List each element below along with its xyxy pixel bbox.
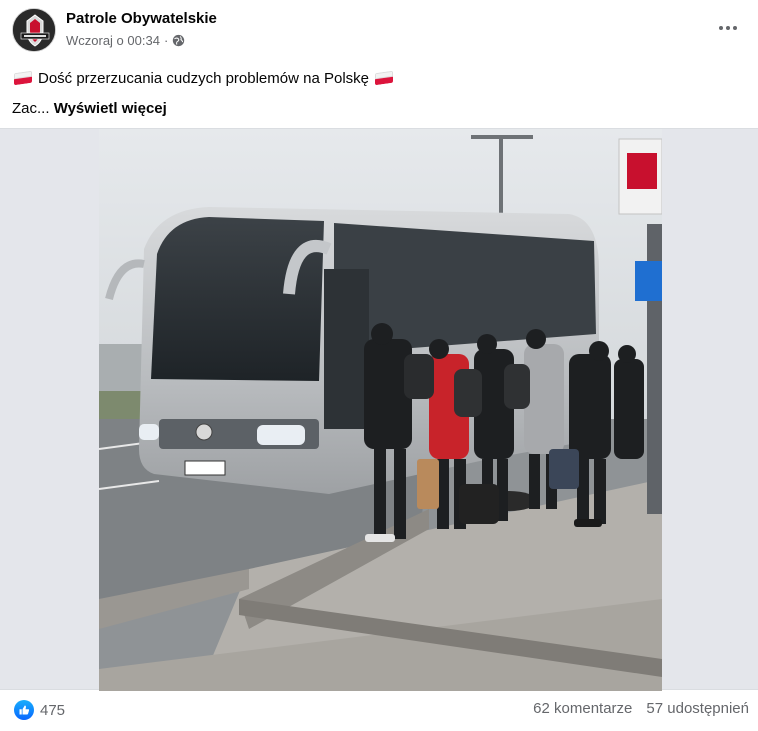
shares-count-link[interactable]: 57 udostępnień [646,700,749,717]
avatar-emblem-icon [13,9,55,51]
reaction-count[interactable]: 475 [40,702,65,719]
post-text-body: Dość przerzucania cudzych problemów na P… [38,70,369,87]
post-meta: Wczoraj o 00:34 · [66,33,185,48]
post-footer: 475 62 komentarze 57 udostępnień [0,690,758,731]
reactions-summary[interactable]: 475 [14,700,65,720]
meta-separator: · [163,33,169,48]
dot-icon [719,26,723,30]
page-avatar[interactable] [12,8,56,52]
dot-icon [726,26,730,30]
see-more-link[interactable]: Wyświetl więcej [54,99,167,119]
poland-flag-icon [375,70,393,86]
like-icon [14,700,34,720]
post-timestamp[interactable]: Wczoraj o 00:34 [66,33,160,48]
post-text-truncated: Zac... [12,100,50,117]
post-text-line-1: Dość przerzucania cudzych problemów na P… [12,64,395,94]
poland-flag-icon [14,70,32,86]
comments-count-link[interactable]: 62 komentarze [533,700,632,717]
post-photo[interactable] [99,129,662,691]
globe-icon[interactable] [172,34,185,47]
post-text-line-2: Zac... Wyświetl więcej [12,94,395,124]
post-text: Dość przerzucania cudzych problemów na P… [12,64,395,124]
post-header: Patrole Obywatelskie Wczoraj o 00:34 · [0,0,758,56]
author-name[interactable]: Patrole Obywatelskie [66,10,217,27]
post-media[interactable] [0,128,758,691]
photo-illustration [99,129,662,691]
engagement-stats: 62 komentarze 57 udostępnień [533,700,749,717]
more-options-button[interactable] [714,14,742,42]
dot-icon [733,26,737,30]
